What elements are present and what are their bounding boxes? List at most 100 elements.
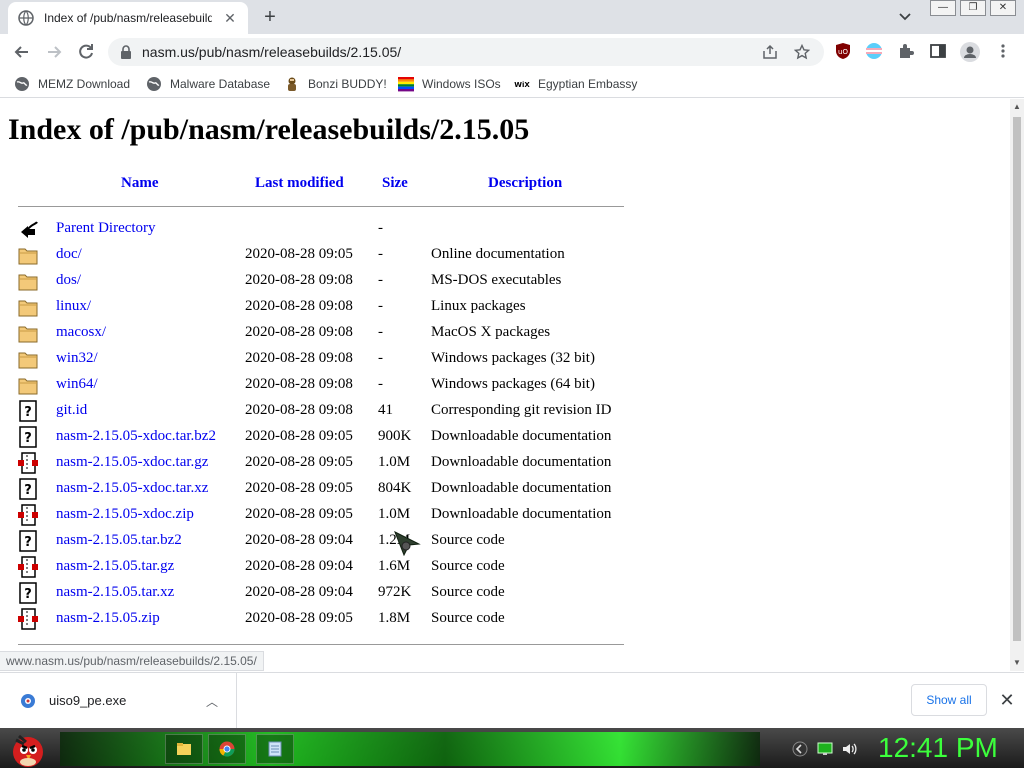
status-bubble-url: www.nasm.us/pub/nasm/releasebuilds/2.15.… — [0, 651, 264, 671]
taskbar-chrome[interactable] — [208, 734, 246, 764]
file-name-link[interactable]: nasm-2.15.05.tar.gz — [56, 558, 174, 575]
file-name-link[interactable]: macosx/ — [56, 324, 106, 341]
file-name-link[interactable]: linux/ — [56, 298, 91, 315]
scroll-thumb[interactable] — [1013, 117, 1021, 641]
file-name-link[interactable]: Parent Directory — [56, 220, 156, 237]
file-name-link[interactable]: win32/ — [56, 350, 98, 367]
file-name-link[interactable]: nasm-2.15.05.tar.bz2 — [56, 532, 182, 549]
bookmark-label: Bonzi BUDDY! — [308, 77, 387, 91]
file-name-link[interactable]: nasm-2.15.05.zip — [56, 610, 160, 627]
download-filename: uiso9_pe.exe — [49, 693, 127, 708]
footer-divider — [18, 644, 624, 645]
lock-icon[interactable] — [120, 45, 132, 59]
description-cell: Online documentation — [431, 246, 565, 262]
close-shelf-icon[interactable]: ✕ — [998, 691, 1016, 709]
taskbar-clock[interactable]: 12:41 PM — [878, 732, 998, 764]
file-name-link[interactable]: nasm-2.15.05-xdoc.zip — [56, 506, 194, 523]
page-scrollbar[interactable]: ▲ ▼ — [1010, 99, 1024, 671]
description-cell: MacOS X packages — [431, 324, 551, 340]
download-shelf: uiso9_pe.exe ︿ Show all ✕ — [0, 672, 1024, 729]
kebab-menu-icon[interactable] — [994, 42, 1012, 60]
last-modified-cell: 2020-08-28 09:05 — [245, 454, 353, 470]
back-arrow-icon[interactable] — [12, 42, 32, 62]
file-name-link[interactable]: win64/ — [56, 376, 98, 393]
file-name-link[interactable]: dos/ — [56, 272, 81, 289]
description-cell: Downloadable documentation — [431, 428, 612, 444]
column-header-description[interactable]: Description — [488, 175, 562, 192]
bookmark-malware-database[interactable]: Malware Database — [146, 76, 270, 92]
forward-arrow-icon[interactable] — [44, 42, 64, 62]
taskbar-notepad[interactable] — [256, 734, 294, 764]
tab-strip: Index of /pub/nasm/releasebuilds/2.15.05… — [0, 0, 1024, 34]
compressed-file-icon — [18, 452, 38, 474]
compressed-file-icon — [18, 608, 38, 630]
ublock-icon[interactable]: uO — [834, 42, 852, 60]
table-row: Parent Directory - — [18, 216, 638, 242]
url-text[interactable]: nasm.us/pub/nasm/releasebuilds/2.15.05/ — [142, 44, 401, 60]
show-all-downloads-button[interactable]: Show all — [911, 684, 987, 716]
unknown-file-icon: ? — [19, 400, 37, 422]
page-content: Index of /pub/nasm/releasebuilds/2.15.05… — [0, 99, 1010, 671]
angry-bird-start-icon[interactable] — [6, 728, 50, 768]
table-row: nasm-2.15.05.tar.gz 2020-08-28 09:04 1.6M S… — [18, 554, 638, 580]
svg-text:uO: uO — [838, 48, 848, 56]
scroll-down-arrow-icon[interactable]: ▼ — [1013, 659, 1021, 667]
svg-text:?: ? — [24, 405, 32, 420]
minimize-button[interactable]: — — [930, 0, 956, 16]
close-window-button[interactable]: ✕ — [990, 0, 1016, 16]
file-name-link[interactable]: nasm-2.15.05.tar.xz — [56, 584, 174, 601]
file-name-link[interactable]: nasm-2.15.05-xdoc.tar.bz2 — [56, 428, 216, 445]
taskbar: 12:41 PM — [0, 728, 1024, 768]
bookmark-bonzi-buddy[interactable]: Bonzi BUDDY! — [284, 76, 387, 92]
download-item[interactable]: uiso9_pe.exe ︿ — [0, 673, 237, 729]
size-cell: 1.6M — [378, 558, 411, 574]
side-panel-icon[interactable] — [929, 42, 947, 60]
network-monitor-icon[interactable] — [817, 741, 833, 757]
table-row: macosx/2020-08-28 09:08 - MacOS X packages — [18, 320, 638, 346]
bookmarks-bar: MEMZ Download Malware Database Bonzi BUD… — [0, 70, 1024, 98]
file-name-link[interactable]: nasm-2.15.05-xdoc.tar.gz — [56, 454, 208, 471]
tab-search-chevron-icon[interactable] — [895, 9, 915, 25]
reload-icon[interactable] — [76, 42, 96, 62]
last-modified-cell: 2020-08-28 09:08 — [245, 376, 353, 392]
last-modified-cell: 2020-08-28 09:05 — [245, 480, 353, 496]
new-tab-button[interactable]: + — [259, 6, 281, 28]
file-name-link[interactable]: git.id — [56, 402, 87, 419]
speaker-volume-icon[interactable] — [841, 741, 857, 757]
share-icon[interactable] — [762, 44, 778, 60]
size-cell: 1.0M — [378, 454, 411, 470]
column-header-size[interactable]: Size — [382, 175, 408, 192]
column-header-name[interactable]: Name — [121, 175, 159, 192]
description-cell: Downloadable documentation — [431, 506, 612, 522]
bookmark-egyptian-embassy[interactable]: WiX Egyptian Embassy — [514, 76, 637, 92]
mouse-cursor-icon — [394, 530, 421, 556]
folder-icon — [18, 326, 38, 343]
size-cell: - — [378, 350, 383, 366]
bookmark-memz[interactable]: MEMZ Download — [14, 76, 130, 92]
restore-button[interactable]: ❐ — [960, 0, 986, 16]
bookmark-windows-isos[interactable]: Windows ISOs — [398, 76, 501, 92]
bookmark-star-icon[interactable] — [794, 44, 810, 60]
file-name-link[interactable]: doc/ — [56, 246, 82, 263]
description-cell: Windows packages (32 bit) — [431, 350, 595, 366]
folder-icon — [18, 300, 38, 317]
address-bar[interactable]: nasm.us/pub/nasm/releasebuilds/2.15.05/ — [108, 38, 824, 66]
tab-close-icon[interactable]: ✕ — [222, 10, 238, 26]
size-cell: 900K — [378, 428, 412, 444]
column-header-last-modified[interactable]: Last modified — [255, 175, 344, 192]
chevron-up-icon[interactable]: ︿ — [204, 693, 220, 709]
size-cell: 41 — [378, 402, 393, 418]
browser-toolbar: nasm.us/pub/nasm/releasebuilds/2.15.05/ … — [0, 34, 1024, 70]
tab-active[interactable]: Index of /pub/nasm/releasebuilds/2.15.05… — [8, 2, 248, 34]
profile-avatar-icon[interactable] — [960, 42, 980, 62]
pride-flag-extension-icon[interactable] — [865, 42, 883, 60]
page-title: Index of /pub/nasm/releasebuilds/2.15.05 — [8, 113, 530, 146]
tray-chevron-icon[interactable] — [792, 741, 808, 757]
extensions-puzzle-icon[interactable] — [897, 42, 915, 60]
file-name-link[interactable]: nasm-2.15.05-xdoc.tar.xz — [56, 480, 208, 497]
compressed-file-icon — [18, 556, 38, 578]
size-cell: 1.0M — [378, 506, 411, 522]
header-divider — [18, 206, 624, 207]
taskbar-file-explorer[interactable] — [165, 734, 203, 764]
scroll-up-arrow-icon[interactable]: ▲ — [1013, 103, 1021, 111]
